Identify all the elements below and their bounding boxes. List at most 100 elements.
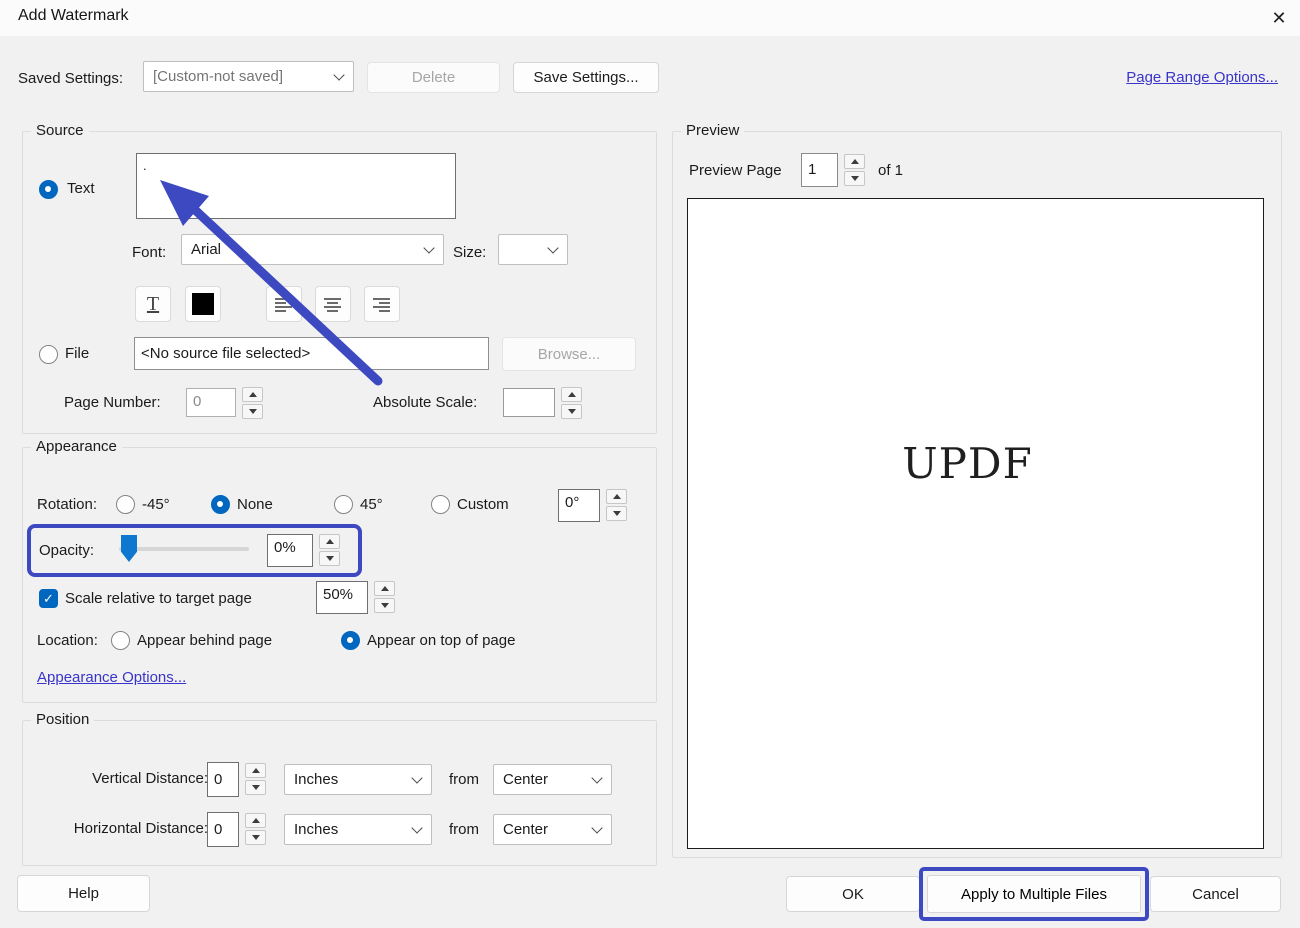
horizontal-distance-label: Horizontal Distance: — [35, 820, 208, 837]
saved-settings-select[interactable]: [Custom-not saved] — [143, 61, 354, 92]
spin-up-button[interactable] — [245, 813, 266, 828]
preview-page-canvas: UPDF — [687, 198, 1264, 849]
spin-down-button[interactable] — [844, 171, 865, 186]
spin-down-button[interactable] — [319, 551, 340, 566]
spin-down-icon — [613, 511, 621, 516]
scale-percent-spinner — [374, 581, 395, 613]
opacity-slider-thumb[interactable] — [121, 535, 137, 562]
file-radio-label: File — [65, 345, 89, 362]
cancel-button[interactable]: Cancel — [1150, 876, 1281, 912]
absolute-scale-label: Absolute Scale: — [373, 394, 477, 411]
text-radio[interactable] — [39, 180, 58, 199]
spin-up-button[interactable] — [319, 534, 340, 549]
underline-text-icon: T — [147, 294, 159, 314]
dialog-title: Add Watermark — [18, 7, 129, 25]
help-button[interactable]: Help — [17, 875, 150, 912]
spin-up-icon — [381, 586, 389, 591]
watermark-preview-text: UPDF — [680, 439, 1255, 488]
spin-down-icon — [252, 785, 260, 790]
spin-down-button[interactable] — [242, 404, 263, 419]
chevron-down-icon — [333, 69, 344, 80]
align-center-button[interactable] — [315, 286, 351, 322]
horizontal-unit-select[interactable]: Inches — [284, 814, 432, 845]
file-radio[interactable] — [39, 345, 58, 364]
rotation-none-radio[interactable] — [211, 495, 230, 514]
spin-up-button[interactable] — [242, 387, 263, 402]
apply-to-multiple-files-button[interactable]: Apply to Multiple Files — [927, 875, 1141, 913]
close-icon[interactable]: ✕ — [1266, 5, 1292, 31]
absolute-scale-spinner — [561, 387, 582, 419]
spin-down-button[interactable] — [245, 780, 266, 795]
page-number-input[interactable]: 0 — [186, 388, 236, 417]
spin-up-button[interactable] — [606, 489, 627, 504]
chevron-down-icon — [423, 242, 434, 253]
page-range-options-link[interactable]: Page Range Options... — [1126, 69, 1278, 86]
rotation-minus45-radio[interactable] — [116, 495, 135, 514]
rotation-45-radio[interactable] — [334, 495, 353, 514]
preview-page-input[interactable]: 1 — [801, 153, 838, 187]
rotation-custom-radio[interactable] — [431, 495, 450, 514]
saved-settings-label: Saved Settings: — [18, 70, 123, 87]
font-label: Font: — [132, 244, 166, 261]
watermark-text-input[interactable]: . — [136, 153, 456, 219]
text-color-button[interactable] — [185, 286, 221, 322]
spin-down-button[interactable] — [374, 598, 395, 613]
size-select[interactable] — [498, 234, 568, 265]
horizontal-distance-input[interactable]: 0 — [207, 812, 239, 847]
delete-button[interactable]: Delete — [367, 62, 500, 93]
font-value: Arial — [191, 241, 425, 258]
preview-of-label: of 1 — [878, 162, 903, 179]
vertical-from-label: from — [449, 771, 479, 788]
rotation-label: Rotation: — [37, 496, 97, 513]
vertical-distance-input[interactable]: 0 — [207, 762, 239, 797]
check-icon: ✓ — [43, 591, 54, 606]
chevron-down-icon — [411, 772, 422, 783]
spin-down-button[interactable] — [606, 506, 627, 521]
preview-page-label: Preview Page — [689, 162, 782, 179]
apply-highlight-annotation: Apply to Multiple Files — [919, 867, 1149, 921]
absolute-scale-input[interactable] — [503, 388, 555, 417]
saved-settings-value: [Custom-not saved] — [153, 68, 335, 85]
preview-group-title: Preview — [681, 122, 744, 139]
spin-down-icon — [326, 556, 334, 561]
source-file-input[interactable]: <No source file selected> — [134, 337, 489, 370]
vertical-anchor-select[interactable]: Center — [493, 764, 612, 795]
scale-percent-input[interactable]: 50% — [316, 581, 368, 614]
align-left-button[interactable] — [266, 286, 302, 322]
source-group-title: Source — [31, 122, 89, 139]
spin-down-icon — [249, 409, 257, 414]
horizontal-anchor-select[interactable]: Center — [493, 814, 612, 845]
spin-up-button[interactable] — [561, 387, 582, 402]
page-number-label: Page Number: — [64, 394, 161, 411]
preview-group: Preview Preview Page 1 of 1 UPDF — [672, 131, 1282, 858]
location-on-top-radio[interactable] — [341, 631, 360, 650]
preview-page-spinner — [844, 154, 865, 186]
spin-up-button[interactable] — [245, 763, 266, 778]
chevron-down-icon — [411, 822, 422, 833]
opacity-slider-track[interactable] — [119, 547, 249, 551]
rotation-custom-label: Custom — [457, 496, 509, 513]
spin-down-button[interactable] — [245, 830, 266, 845]
rotation-angle-input[interactable]: 0° — [558, 489, 600, 522]
spin-down-button[interactable] — [561, 404, 582, 419]
spin-up-button[interactable] — [844, 154, 865, 169]
align-right-button[interactable] — [364, 286, 400, 322]
location-behind-radio[interactable] — [111, 631, 130, 650]
vertical-unit-value: Inches — [294, 771, 413, 788]
location-on-top-label: Appear on top of page — [367, 632, 515, 649]
spin-up-icon — [613, 494, 621, 499]
scale-relative-checkbox[interactable]: ✓ — [39, 589, 58, 608]
spin-up-button[interactable] — [374, 581, 395, 596]
horizontal-anchor-value: Center — [503, 821, 593, 838]
vertical-unit-select[interactable]: Inches — [284, 764, 432, 795]
save-settings-button[interactable]: Save Settings... — [513, 62, 659, 93]
font-select[interactable]: Arial — [181, 234, 444, 265]
underline-text-button[interactable]: T — [135, 286, 171, 322]
opacity-input[interactable]: 0% — [267, 534, 313, 567]
ok-button[interactable]: OK — [786, 876, 920, 912]
location-behind-label: Appear behind page — [137, 632, 272, 649]
browse-button[interactable]: Browse... — [502, 337, 636, 371]
appearance-options-link[interactable]: Appearance Options... — [37, 669, 186, 686]
color-swatch-icon — [192, 293, 214, 315]
vertical-distance-label: Vertical Distance: — [35, 770, 208, 787]
